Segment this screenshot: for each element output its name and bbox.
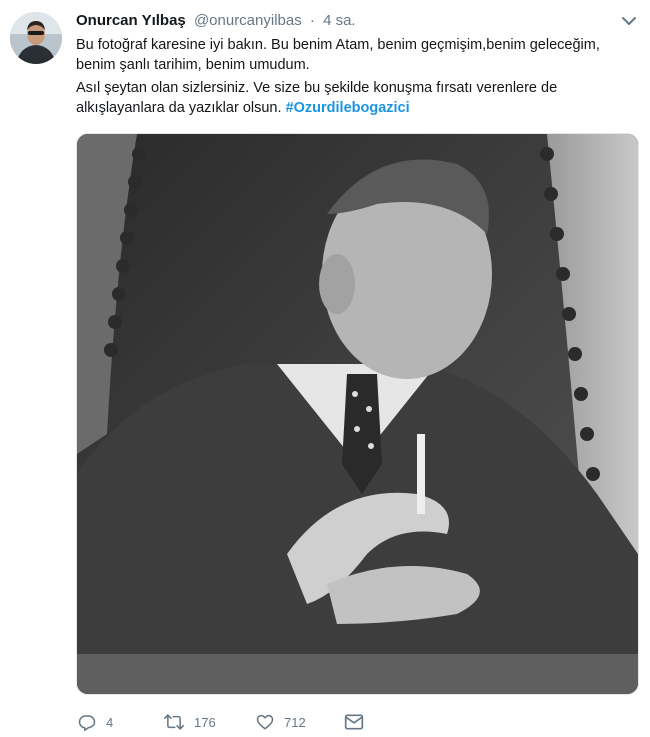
envelope-icon bbox=[344, 714, 364, 730]
retweet-icon bbox=[164, 714, 184, 730]
direct-message-button[interactable] bbox=[344, 710, 374, 734]
reply-button[interactable]: 4 bbox=[78, 710, 113, 734]
tweet-card[interactable]: Onurcan Yılbaş @onurcanyilbas · 4 sa. Bu… bbox=[0, 0, 650, 737]
reply-icon bbox=[78, 715, 96, 731]
tweet-photo[interactable] bbox=[76, 133, 639, 695]
avatar[interactable] bbox=[10, 12, 62, 64]
tweet-text-paragraph-2: Asıl şeytan olan sizlersiniz. Ve size bu… bbox=[76, 78, 636, 118]
like-count: 712 bbox=[284, 714, 306, 730]
reply-count: 4 bbox=[106, 714, 114, 730]
separator-dot: · bbox=[309, 12, 315, 29]
author-name[interactable]: Onurcan Yılbaş bbox=[76, 12, 186, 29]
heart-icon bbox=[256, 714, 274, 730]
tweet-text: Bu fotoğraf karesine iyi bakın. Bu benim… bbox=[76, 35, 636, 121]
tweet-timestamp[interactable]: 4 sa. bbox=[323, 12, 356, 29]
tweet-text-paragraph-1: Bu fotoğraf karesine iyi bakın. Bu benim… bbox=[76, 37, 600, 73]
avatar-image bbox=[10, 12, 62, 64]
tweet-header: Onurcan Yılbaş @onurcanyilbas · 4 sa. bbox=[76, 11, 356, 31]
retweet-button[interactable]: 176 bbox=[164, 710, 216, 734]
like-button[interactable]: 712 bbox=[256, 710, 306, 734]
tweet-actions: 4 176 712 bbox=[76, 710, 636, 734]
chevron-down-icon[interactable] bbox=[620, 12, 638, 30]
hashtag-link[interactable]: #Ozurdilebogazici bbox=[286, 100, 410, 116]
retweet-count: 176 bbox=[194, 714, 216, 730]
author-handle[interactable]: @onurcanyilbas bbox=[194, 12, 302, 29]
photo-image bbox=[77, 134, 638, 694]
